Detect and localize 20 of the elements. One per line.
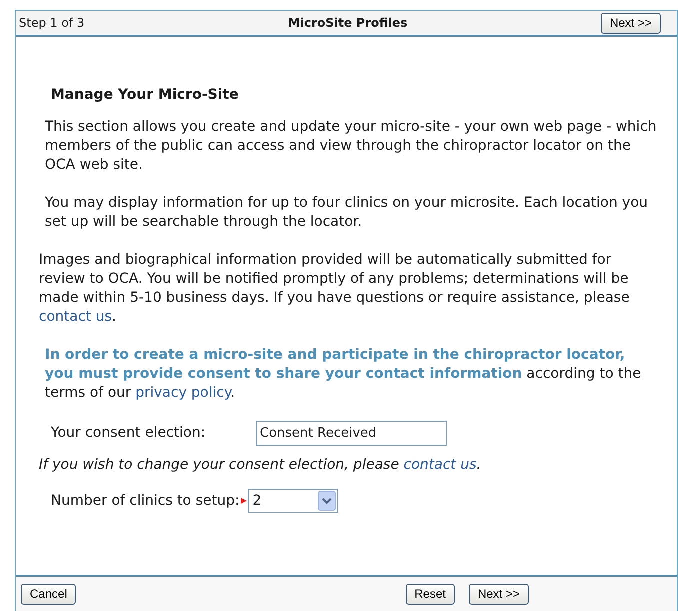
required-marker-icon	[240, 498, 247, 504]
contact-link[interactable]: contact us	[39, 309, 112, 325]
step-indicator: Step 1 of 3	[19, 16, 85, 30]
info-paragraph: You may display information for up to four clinics on your microsite. Each location you set up will be searchable through the locator.	[45, 194, 650, 232]
info-paragraph: In order to create a micro-site and participate in the chiropractor locator, you must provide consent to share your contact information according to the terms of our privacy policy.	[45, 346, 642, 403]
info-paragraph: Images and biographical information provided will be automatically submitted for review to OCA. You will be notified promptly of any problems; determinations will be made within 5-10 business days. If you have questions or require assistance, please contact us.	[39, 251, 631, 327]
cancel-button[interactable]: Cancel	[21, 584, 76, 604]
clinics-dropdown[interactable]: 2	[248, 489, 338, 513]
section-heading: Manage Your Micro-Site	[51, 86, 240, 105]
reset-button[interactable]: Reset	[406, 584, 455, 604]
clinics-label: Number of clinics to setup:	[51, 492, 240, 510]
consent-field[interactable]: Consent Received	[256, 421, 447, 446]
next-button[interactable]: Next >>	[468, 584, 529, 604]
consent-note: If you wish to change your consent election, please contact us.	[39, 456, 482, 475]
contact-link[interactable]: privacy policy	[136, 385, 231, 401]
page-title: MicroSite Profiles	[288, 15, 408, 32]
info-paragraph: This section allows you create and update your micro-site - your own web page - which members of the public can access and view through the chiropractor locator on the OCA web site.	[45, 118, 657, 175]
contact-link[interactable]: contact us	[404, 457, 477, 473]
next-button[interactable]: Next >>	[600, 12, 661, 34]
consent-label: Your consent election:	[51, 424, 207, 443]
